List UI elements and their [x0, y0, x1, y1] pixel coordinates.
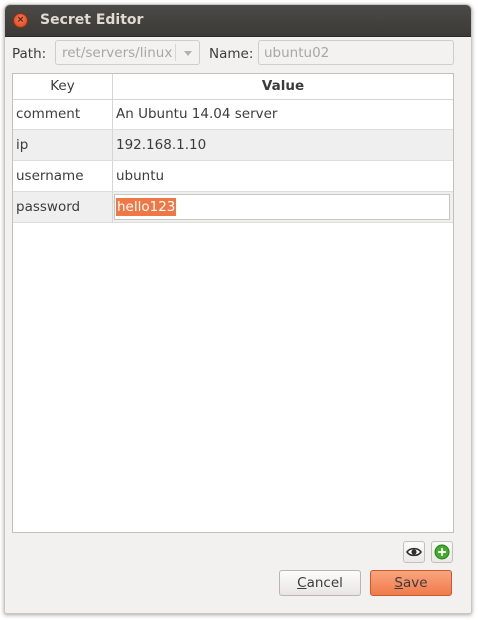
secret-table: Key Value comment An Ubuntu 14.04 server…	[12, 73, 454, 533]
combo-divider	[175, 44, 176, 61]
column-header-value[interactable]: Value	[113, 74, 453, 99]
close-button[interactable]: ×	[13, 13, 28, 28]
table-row[interactable]: comment An Ubuntu 14.04 server	[13, 99, 453, 130]
add-icon	[434, 544, 450, 560]
column-divider	[112, 130, 113, 160]
path-label: Path:	[12, 46, 47, 62]
save-label: ave	[403, 575, 428, 591]
window-title: Secret Editor	[40, 12, 144, 28]
selected-text[interactable]: hello123	[116, 198, 177, 216]
show-values-button[interactable]	[403, 541, 425, 563]
save-mnemonic: S	[394, 575, 403, 591]
title-bar: × Secret Editor	[5, 5, 471, 37]
close-icon: ×	[16, 15, 25, 25]
key-cell[interactable]: username	[16, 161, 111, 191]
column-divider	[112, 161, 113, 191]
chevron-down-icon[interactable]	[184, 51, 192, 56]
add-row-button[interactable]	[431, 541, 453, 563]
key-cell[interactable]: comment	[16, 99, 111, 129]
column-header-key[interactable]: Key	[13, 74, 113, 99]
value-cell[interactable]: 192.168.1.10	[116, 130, 450, 160]
key-cell[interactable]: ip	[16, 130, 111, 160]
value-edit-field[interactable]: hello123	[114, 194, 450, 220]
save-button[interactable]: Save	[370, 570, 452, 596]
key-cell[interactable]: password	[16, 192, 111, 222]
table-row[interactable]: ip 192.168.1.10	[13, 130, 453, 161]
eye-icon	[406, 547, 422, 557]
path-value: ret/servers/linux	[62, 45, 173, 61]
table-row[interactable]: password hello123	[13, 192, 453, 223]
column-divider	[112, 99, 113, 129]
table-row[interactable]: username ubuntu	[13, 161, 453, 192]
value-cell[interactable]: ubuntu	[116, 161, 450, 191]
path-combobox[interactable]: ret/servers/linux	[55, 40, 200, 65]
table-header: Key Value	[13, 74, 453, 100]
name-label: Name:	[209, 46, 254, 62]
cancel-label: ancel	[306, 575, 343, 591]
cancel-mnemonic: C	[297, 575, 307, 591]
column-divider	[112, 192, 113, 222]
name-field[interactable]: ubuntu02	[258, 40, 454, 65]
cancel-button[interactable]: Cancel	[279, 570, 361, 596]
value-cell[interactable]: An Ubuntu 14.04 server	[116, 99, 450, 129]
